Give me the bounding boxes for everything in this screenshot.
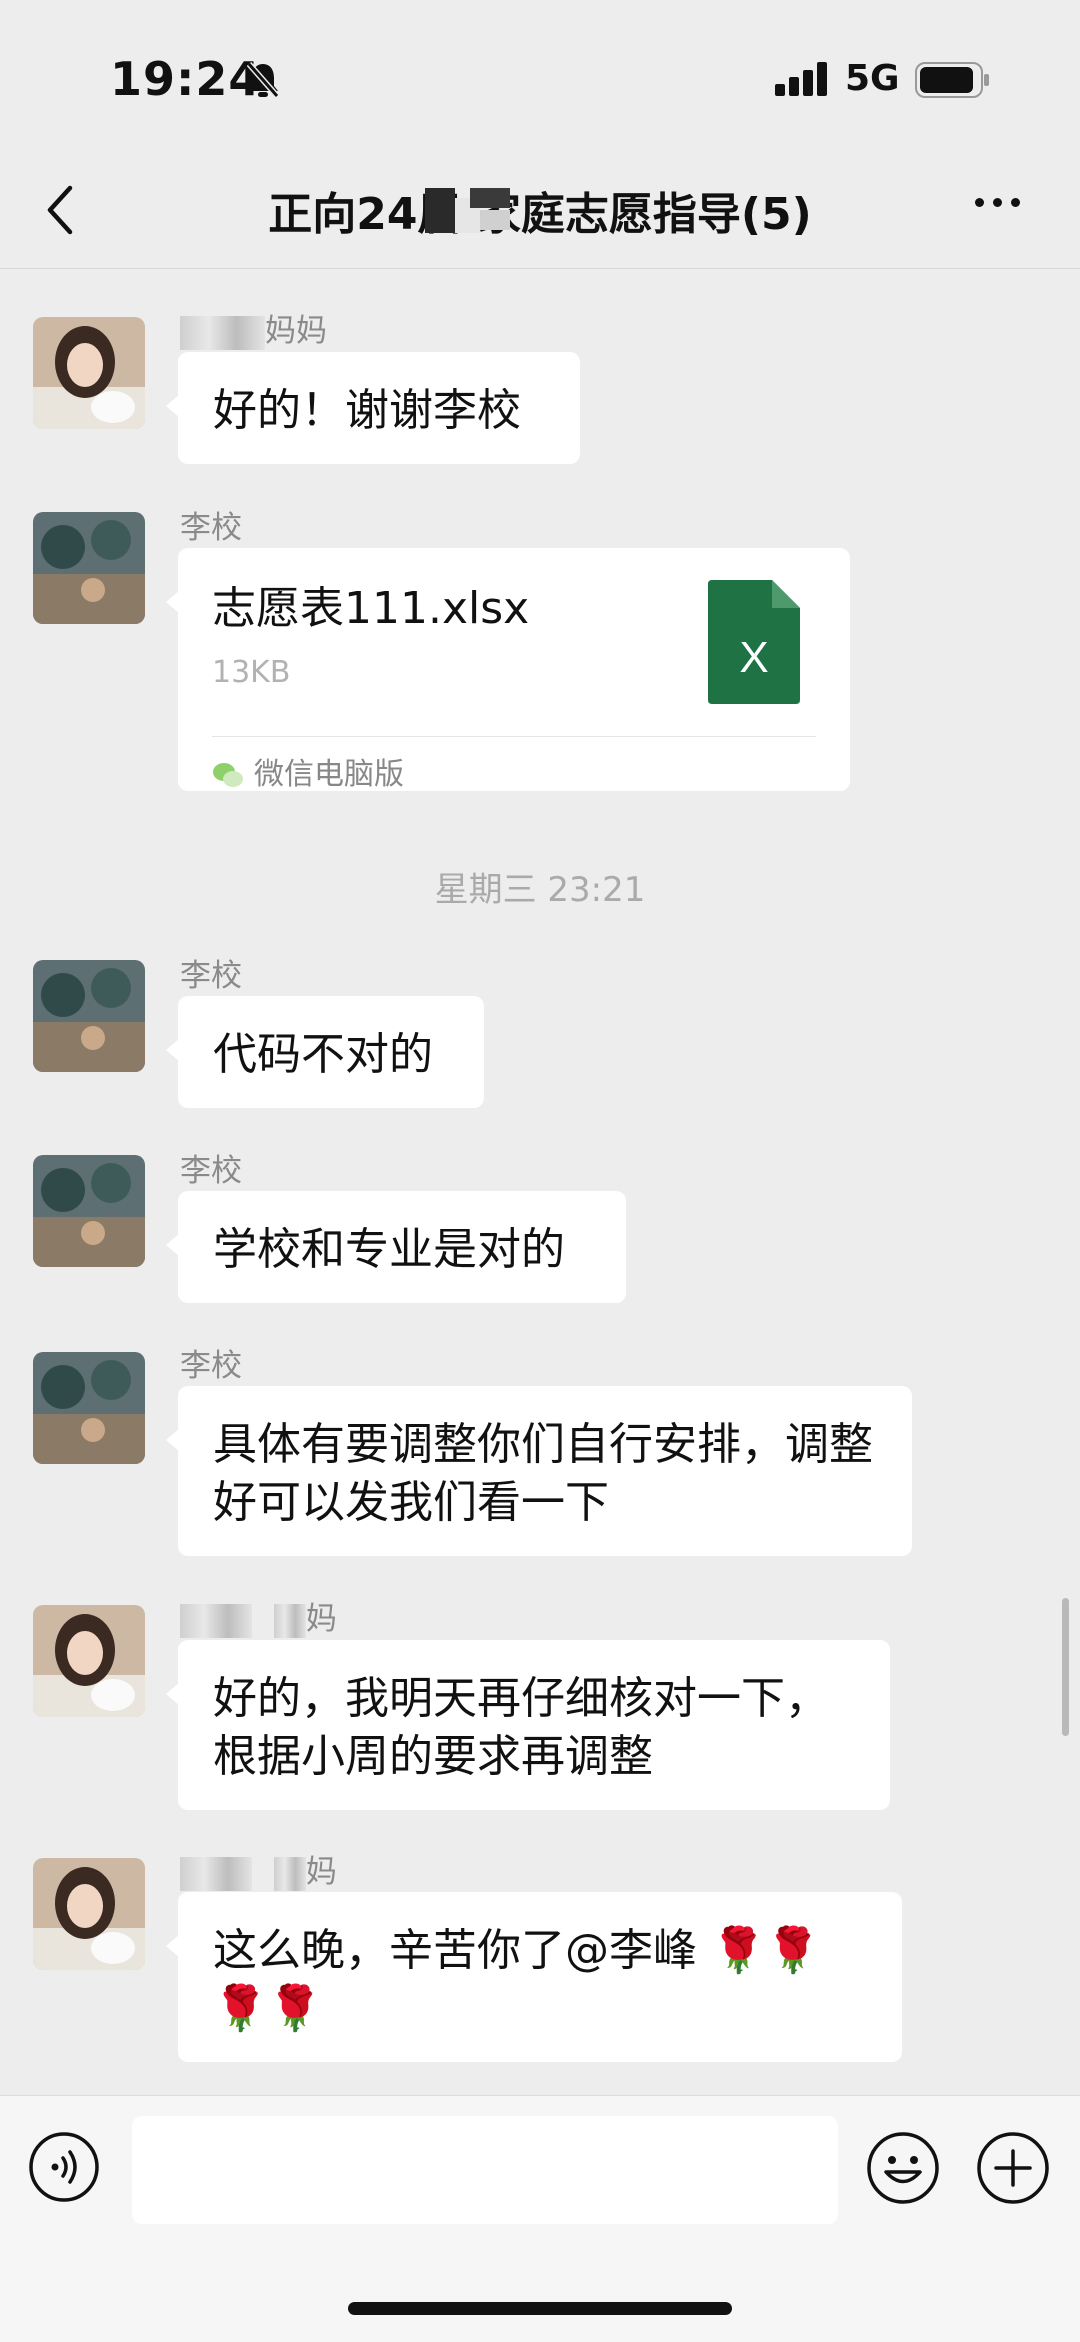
wechat-icon [213, 763, 243, 787]
avatar-mom[interactable] [33, 317, 145, 429]
bell-mute-icon [246, 62, 280, 98]
chat-title: 正向24届 家庭志愿指导(5) [268, 189, 812, 240]
redacted-name [180, 1603, 252, 1638]
status-bar: 19:24 5G [0, 0, 1080, 150]
battery-icon [915, 62, 989, 98]
time-separator: 星期三 23:21 [434, 870, 646, 910]
message-input[interactable] [132, 2116, 838, 2224]
network-label: 5G [845, 58, 900, 99]
redacted-name [273, 1603, 306, 1638]
scrollbar[interactable] [1062, 1598, 1069, 1736]
file-name: 志愿表111.xlsx [212, 583, 530, 634]
sender-name: 李校 [180, 1348, 242, 1384]
back-arrow-icon[interactable] [40, 180, 90, 240]
sender-name: 妈 [180, 1593, 337, 1638]
avatar-mom[interactable] [33, 1858, 145, 1970]
redacted-name [273, 1856, 306, 1891]
avatar-mom[interactable] [33, 1605, 145, 1717]
signal-icon [775, 62, 827, 96]
sender-name: 李校 [180, 958, 242, 994]
file-source: 微信电脑版 [212, 746, 404, 804]
redaction-mask [425, 188, 510, 233]
file-message[interactable]: 志愿表111.xlsx 13KB X 微信电脑版 [166, 548, 850, 792]
avatar-li[interactable] [33, 512, 145, 624]
emoji-icon[interactable] [866, 2131, 940, 2205]
home-indicator [348, 2302, 732, 2315]
excel-letter: X [739, 633, 768, 682]
avatar-li[interactable] [33, 1352, 145, 1464]
avatar-li[interactable] [33, 960, 145, 1072]
message-bubble[interactable]: 这么晚，辛苦你了@李峰 🌹🌹🌹🌹 [166, 1892, 902, 2062]
sender-name: 李校 [180, 510, 242, 546]
message-bubble[interactable]: 好的，我明天再仔细核对一下，根据小周的要求再调整 [166, 1640, 890, 1810]
more-options-icon[interactable] [975, 192, 1035, 222]
redacted-name [180, 315, 265, 350]
status-time: 19:24 [110, 52, 262, 106]
avatar-li[interactable] [33, 1155, 145, 1267]
voice-icon[interactable] [28, 2131, 100, 2203]
sender-name: 妈妈 [180, 305, 327, 350]
message-bubble[interactable]: 具体有要调整你们自行安排，调整好可以发我们看一下 [166, 1386, 912, 1556]
excel-file-icon: X [708, 580, 800, 704]
chat-header: 正向24届 家庭志愿指导(5) [0, 150, 1080, 269]
message-bubble[interactable]: 代码不对的 [166, 996, 484, 1108]
message-bubble[interactable]: 好的！谢谢李校 [166, 352, 580, 464]
redacted-name [180, 1856, 252, 1891]
file-size: 13KB [212, 655, 291, 690]
message-bubble[interactable]: 学校和专业是对的 [166, 1191, 626, 1303]
divider [212, 736, 816, 737]
plus-icon[interactable] [976, 2131, 1050, 2205]
sender-name: 妈 [180, 1846, 337, 1891]
sender-name: 李校 [180, 1153, 242, 1189]
